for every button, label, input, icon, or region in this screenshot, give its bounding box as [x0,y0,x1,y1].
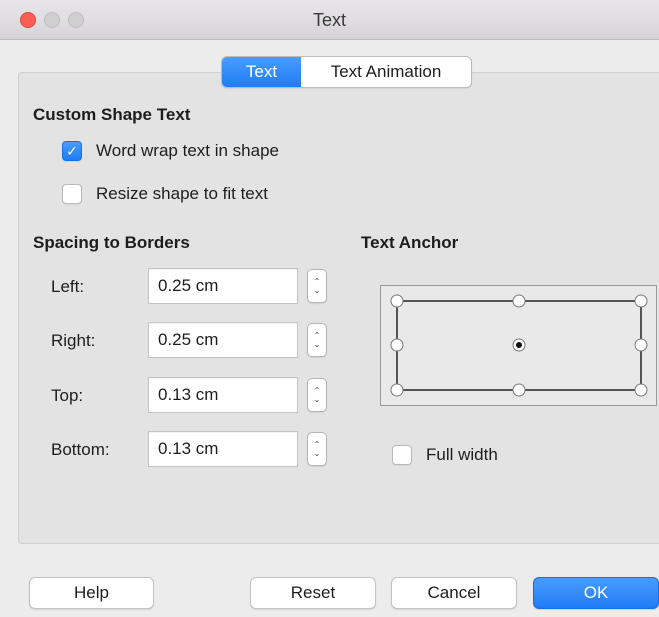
chevron-up-icon: ⌃ [313,331,321,340]
ok-button[interactable]: OK [533,577,659,609]
title-bar: Text [0,0,659,40]
chevron-up-icon: ⌃ [313,440,321,449]
top-spacing-stepper[interactable]: ⌃ ⌄ [307,378,327,412]
chevron-down-icon: ⌄ [313,340,321,349]
anchor-bottom-right[interactable] [634,383,648,397]
text-anchor-heading: Text Anchor [361,233,459,252]
tab-text-animation[interactable]: Text Animation [301,57,471,87]
anchor-middle-left[interactable] [390,338,404,352]
chevron-down-icon: ⌄ [313,286,321,295]
left-label: Left: [51,277,85,296]
chevron-up-icon: ⌃ [313,386,321,395]
window-title: Text [312,10,346,30]
word-wrap-checkbox[interactable]: ✓ [62,141,82,161]
help-button[interactable]: Help [29,577,154,609]
reset-button[interactable]: Reset [250,577,376,609]
right-label: Right: [51,331,96,350]
anchor-top-center[interactable] [512,294,526,308]
anchor-top-right[interactable] [634,294,648,308]
anchor-top-left[interactable] [390,294,404,308]
full-width-checkbox[interactable] [392,445,412,465]
bottom-label: Bottom: [51,440,110,459]
word-wrap-row: ✓ Word wrap text in shape [62,141,279,161]
chevron-down-icon: ⌄ [313,395,321,404]
anchor-bottom-left[interactable] [390,383,404,397]
anchor-selected-dot [516,342,522,348]
left-spacing-input[interactable] [148,268,298,304]
resize-shape-row: Resize shape to fit text [62,184,268,204]
tab-bar: Text Text Animation [221,56,472,88]
right-spacing-stepper[interactable]: ⌃ ⌄ [307,323,327,357]
top-label: Top: [51,386,84,405]
text-anchor-picker [380,285,657,406]
anchor-middle-right[interactable] [634,338,648,352]
resize-shape-checkbox[interactable] [62,184,82,204]
full-width-row: Full width [392,445,498,465]
custom-shape-text-heading: Custom Shape Text [33,105,191,124]
right-spacing-input[interactable] [148,322,298,358]
spacing-to-borders-heading: Spacing to Borders [33,233,190,252]
word-wrap-label: Word wrap text in shape [96,141,279,160]
cancel-button[interactable]: Cancel [391,577,517,609]
resize-shape-label: Resize shape to fit text [96,184,268,203]
tab-text[interactable]: Text [222,57,301,87]
checkmark-icon: ✓ [66,142,78,159]
full-width-label: Full width [426,445,498,464]
anchor-bottom-center[interactable] [512,383,526,397]
bottom-spacing-stepper[interactable]: ⌃ ⌄ [307,432,327,466]
top-spacing-input[interactable] [148,377,298,413]
anchor-diagram [390,294,648,397]
left-spacing-stepper[interactable]: ⌃ ⌄ [307,269,327,303]
bottom-spacing-input[interactable] [148,431,298,467]
chevron-down-icon: ⌄ [313,449,321,458]
chevron-up-icon: ⌃ [313,277,321,286]
